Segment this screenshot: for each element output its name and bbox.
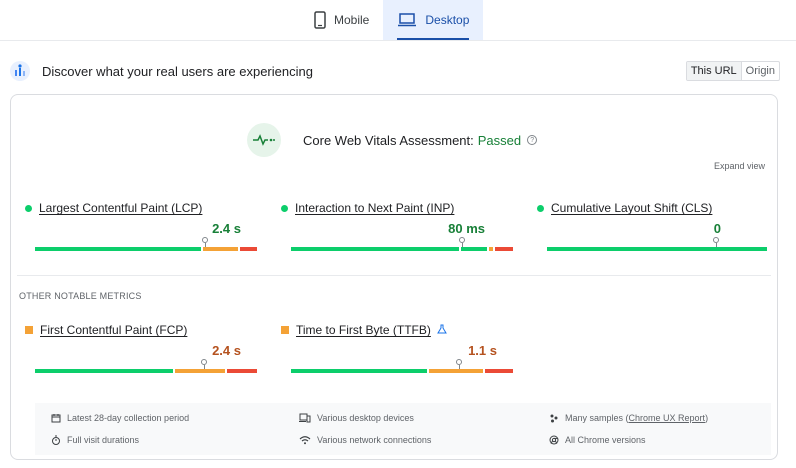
cwv-card: Core Web Vitals Assessment: Passed ? Exp… xyxy=(10,94,778,460)
metric-inp: Interaction to Next Paint (INP) 80 ms xyxy=(281,201,513,251)
footer-text: ) xyxy=(705,413,709,423)
flask-icon xyxy=(437,323,447,337)
tab-mobile-label: Mobile xyxy=(334,13,370,27)
origin-button[interactable]: Origin xyxy=(740,62,779,80)
metric-name[interactable]: Interaction to Next Paint (INP) xyxy=(295,201,454,215)
distribution-bar xyxy=(291,247,513,251)
wifi-icon xyxy=(299,436,311,445)
tabs-divider xyxy=(0,40,796,41)
assessment-status: Passed xyxy=(477,132,522,148)
this-url-button[interactable]: This URL xyxy=(686,62,741,80)
poor-segment xyxy=(495,247,513,251)
phone-icon xyxy=(314,11,326,29)
tab-mobile[interactable]: Mobile xyxy=(300,0,383,40)
footer-text: All Chrome versions xyxy=(565,435,646,445)
metric-lcp: Largest Contentful Paint (LCP) 2.4 s xyxy=(25,201,257,251)
good-segment xyxy=(35,247,201,251)
devices-icon xyxy=(299,413,311,423)
expand-view-link[interactable]: Expand view xyxy=(714,161,765,171)
metric-value: 80 ms xyxy=(448,221,485,236)
data-source-footer: Latest 28-day collection period Full vis… xyxy=(35,403,771,455)
page-title: Discover what your real users are experi… xyxy=(42,63,313,79)
poor-segment xyxy=(240,247,257,251)
tab-desktop[interactable]: Desktop xyxy=(383,0,484,40)
laptop-icon xyxy=(397,13,417,27)
metric-name[interactable]: Time to First Byte (TTFB) xyxy=(296,323,431,337)
distribution-bar xyxy=(547,247,767,251)
good-segment xyxy=(547,247,767,251)
footer-text: Full visit durations xyxy=(67,435,140,445)
footer-text: Various desktop devices xyxy=(317,413,414,423)
good-status-icon xyxy=(25,204,32,212)
poor-segment xyxy=(485,369,513,373)
footer-devices: Various desktop devices xyxy=(299,413,414,423)
distribution-bar xyxy=(35,247,257,251)
footer-text: Latest 28-day collection period xyxy=(67,413,190,423)
footer-text: Various network connections xyxy=(317,435,432,445)
footer-collection-period: Latest 28-day collection period xyxy=(51,413,189,423)
footer-network: Various network connections xyxy=(299,435,431,445)
footer-chrome-versions: All Chrome versions xyxy=(549,435,646,445)
metric-value: 1.1 s xyxy=(468,343,497,358)
metric-fcp: First Contentful Paint (FCP) 2.4 s xyxy=(25,323,257,373)
metric-name[interactable]: First Contentful Paint (FCP) xyxy=(40,323,187,337)
tab-desktop-label: Desktop xyxy=(425,13,470,27)
good-segment xyxy=(291,247,459,251)
footer-visit-durations: Full visit durations xyxy=(51,435,139,445)
poor-segment xyxy=(227,369,257,373)
good-segment xyxy=(461,247,487,251)
good-segment xyxy=(35,369,173,373)
footer-text: Many samples ( xyxy=(565,413,629,423)
cwv-assessment: Core Web Vitals Assessment: Passed ? xyxy=(247,123,538,157)
ni-segment xyxy=(175,369,225,373)
ni-segment xyxy=(203,247,238,251)
device-tabs: Mobile Desktop xyxy=(300,0,484,40)
pulse-icon xyxy=(247,123,281,157)
assessment-label: Core Web Vitals Assessment: xyxy=(303,132,474,148)
distribution-bar xyxy=(35,369,257,373)
stopwatch-icon xyxy=(52,435,60,445)
metric-cls: Cumulative Layout Shift (CLS) 0 xyxy=(537,201,767,251)
ni-status-icon xyxy=(25,326,33,334)
metric-name[interactable]: Largest Contentful Paint (LCP) xyxy=(39,201,202,215)
metric-ttfb: Time to First Byte (TTFB) 1.1 s xyxy=(281,323,513,373)
help-icon[interactable]: ? xyxy=(527,135,538,145)
good-status-icon xyxy=(281,204,288,212)
other-metrics-heading: OTHER NOTABLE METRICS xyxy=(19,291,142,301)
samples-icon xyxy=(550,414,558,423)
footer-samples: Many samples (Chrome UX Report) xyxy=(549,413,708,423)
good-segment xyxy=(291,369,427,373)
calendar-icon xyxy=(51,414,61,423)
ni-status-icon xyxy=(281,326,289,334)
crux-logo-icon xyxy=(10,61,30,81)
metric-value: 2.4 s xyxy=(212,343,241,358)
metric-value: 0 xyxy=(713,221,721,236)
chrome-ux-report-link[interactable]: Chrome UX Report xyxy=(629,413,706,423)
url-origin-toggle: This URL Origin xyxy=(685,61,780,81)
section-divider xyxy=(17,275,771,276)
ni-segment xyxy=(429,369,483,373)
field-data-header: Discover what your real users are experi… xyxy=(10,58,780,84)
good-status-icon xyxy=(537,204,544,212)
metric-value: 2.4 s xyxy=(212,221,241,236)
chrome-icon xyxy=(549,435,559,445)
metric-name[interactable]: Cumulative Layout Shift (CLS) xyxy=(551,201,712,215)
distribution-bar xyxy=(291,369,513,373)
